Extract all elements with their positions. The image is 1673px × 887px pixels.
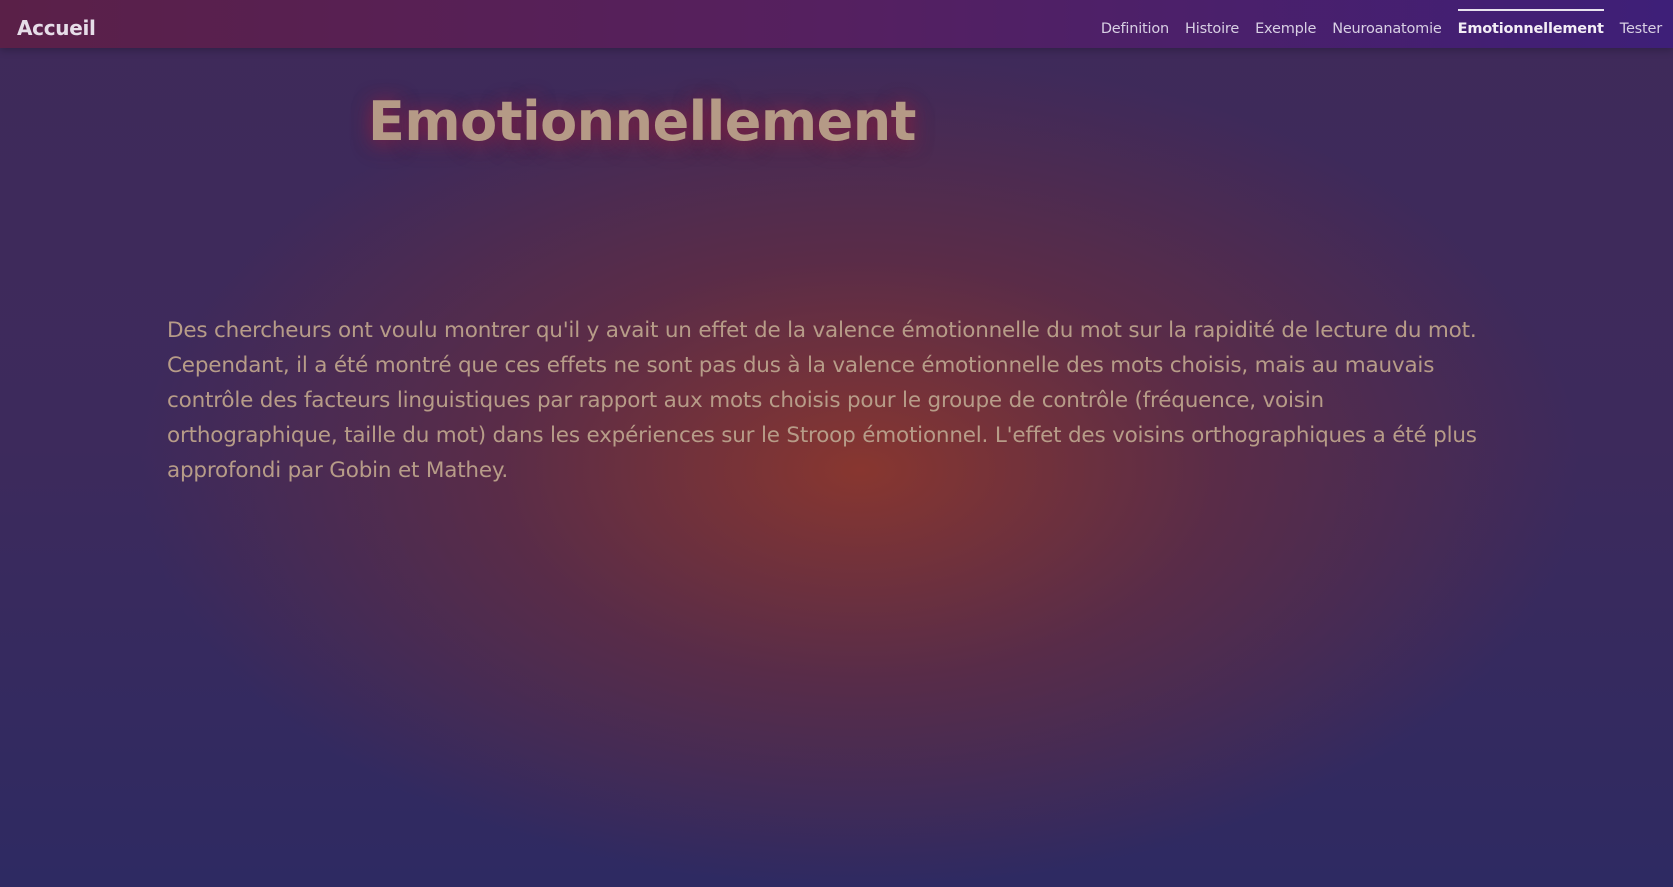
- body-paragraph: Des chercheurs ont voulu montrer qu'il y…: [167, 318, 1477, 483]
- nav-link-histoire[interactable]: Histoire: [1185, 11, 1239, 37]
- nav-link-tester[interactable]: Tester: [1620, 11, 1662, 37]
- page-title: Emotionnellement: [368, 90, 916, 153]
- top-navbar: Accueil Definition Histoire Exemple Neur…: [0, 0, 1673, 48]
- nav-links: Definition Histoire Exemple Neuroanatomi…: [1101, 0, 1662, 48]
- nav-link-emotionnellement[interactable]: Emotionnellement: [1457, 9, 1604, 37]
- nav-link-neuroanatomie[interactable]: Neuroanatomie: [1332, 11, 1442, 37]
- brand-home-link[interactable]: Accueil: [17, 0, 96, 48]
- nav-link-definition[interactable]: Definition: [1101, 11, 1169, 37]
- nav-link-exemple[interactable]: Exemple: [1255, 11, 1316, 37]
